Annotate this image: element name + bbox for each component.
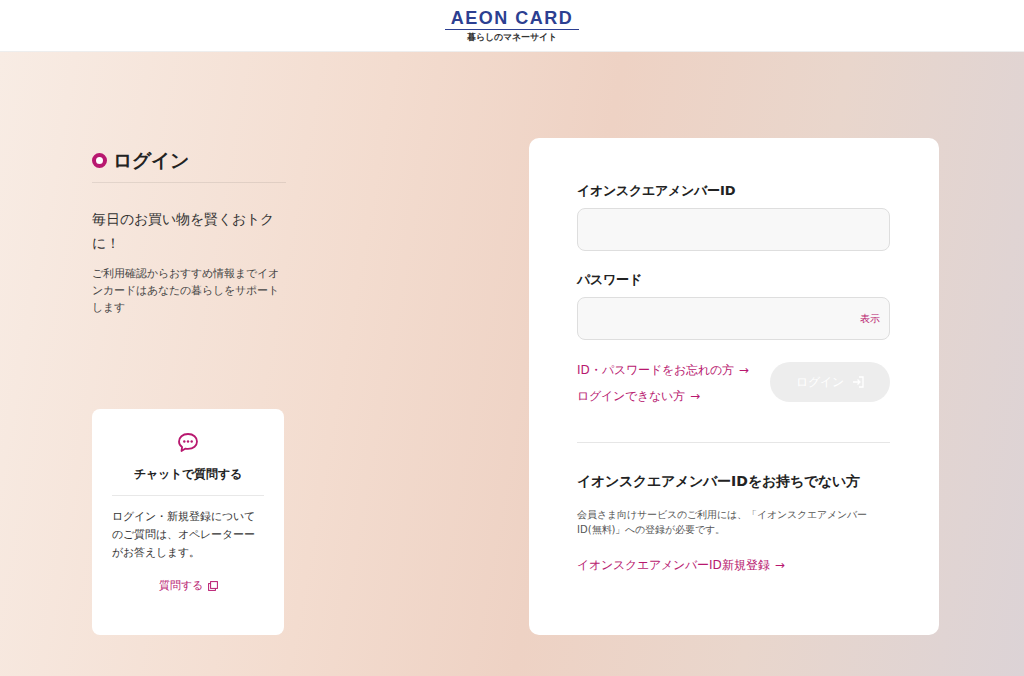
help-link[interactable]: ログインできない方→ [577, 388, 749, 404]
logo-wordmark: AEON CARD [445, 8, 580, 30]
intro-description: ご利用確認からおすすめ情報までイオンカードはあなたの暮らしをサポートします [92, 265, 286, 316]
register-title: イオンスクエアメンバーIDをお持ちでない方 [577, 471, 891, 491]
form-field: パスワード表示 [577, 271, 891, 340]
ring-icon [92, 153, 107, 168]
hero-background: ログイン毎日のお買い物を賢くおトクに！ご利用確認からおすすめ情報までイオンカード… [0, 52, 1024, 676]
arrow-icon: → [775, 557, 785, 573]
external-link-icon [208, 581, 218, 591]
chat-body: ログイン・新規登録についてのご質問は、オペレーターーがお答えします。 [112, 508, 264, 562]
register-link[interactable]: イオンスクエアメンバーID新規登録→ [577, 557, 891, 573]
input-wrapper [577, 208, 890, 251]
arrow-icon: → [690, 388, 700, 404]
chat-bubble-icon [176, 431, 200, 455]
field-label: パスワード [577, 271, 891, 289]
login-button[interactable]: ログイン [770, 362, 890, 402]
help-links: ID・パスワードをお忘れの方→ ログインできない方→ [577, 362, 749, 404]
input-wrapper: 表示 [577, 297, 890, 340]
id-input[interactable] [577, 208, 890, 251]
page-title: ログイン [113, 148, 189, 172]
section-divider [577, 442, 890, 443]
form-field: イオンスクエアメンバーID [577, 182, 891, 251]
logo-tagline: 暮らしのマネーサイト [467, 31, 557, 43]
field-label: イオンスクエアメンバーID [577, 182, 891, 200]
page-title-row: ログイン [92, 148, 286, 183]
intro-headline: 毎日のお買い物を賢くおトクに！ [92, 207, 292, 255]
show-password-toggle[interactable]: 表示 [858, 310, 882, 328]
action-row: ID・パスワードをお忘れの方→ ログインできない方→ ログイン [577, 362, 890, 404]
chat-title: チャットで質問する [112, 465, 264, 496]
chat-link[interactable]: 質問する [159, 578, 218, 593]
chat-card: チャットで質問するログイン・新規登録についてのご質問は、オペレーターーがお答えし… [92, 409, 284, 635]
intro-column: ログイン毎日のお買い物を賢くおトクに！ご利用確認からおすすめ情報までイオンカード… [92, 138, 286, 635]
login-card: イオンスクエアメンバーID パスワード表示 ID・パスワードをお忘れの方→ ログインで… [529, 138, 939, 635]
aeon-card-logo[interactable]: AEON CARD暮らしのマネーサイト [445, 8, 580, 43]
register-note: 会員さま向けサービスのご利用には、「イオンスクエアメンバーID(無料)」への登録… [577, 507, 890, 537]
arrow-icon: → [739, 362, 749, 378]
login-arrow-icon [852, 376, 864, 388]
site-header: AEON CARD暮らしのマネーサイト [0, 0, 1024, 52]
login-page: AEON CARD暮らしのマネーサイトログイン毎日のお買い物を賢くおトクに！ご利… [0, 0, 1024, 676]
password-input[interactable] [577, 297, 890, 340]
help-link[interactable]: ID・パスワードをお忘れの方→ [577, 362, 749, 378]
